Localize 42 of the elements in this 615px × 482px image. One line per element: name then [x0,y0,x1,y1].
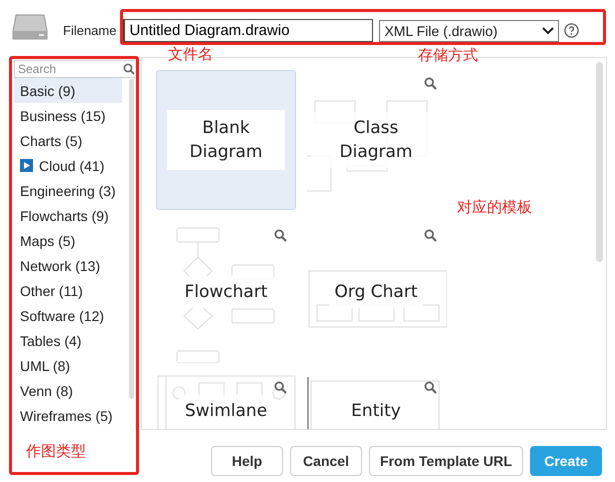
dialog-button[interactable]: Cancel [290,446,362,476]
magnifier-icon[interactable] [274,381,287,394]
category-item[interactable]: Flowcharts (9) [14,203,122,228]
category-item[interactable]: Basic (9) [14,78,122,103]
magnifier-icon[interactable] [424,229,437,242]
category-item[interactable]: UML (8) [14,353,122,378]
category-item[interactable]: Maps (5) [14,228,122,253]
category-item[interactable]: Software (12) [14,303,122,328]
annotation-label: 对应的模板 [457,198,532,217]
scrollbar[interactable] [129,79,134,399]
dialog-button[interactable]: From Template URL [369,446,523,476]
search-icon [123,63,135,75]
template-tile[interactable]: Org Chart [306,222,446,362]
annotation-label: 作图类型 [26,442,86,461]
category-item[interactable]: Venn (8) [14,378,122,403]
annotation-label: 存储方式 [418,46,478,65]
filename-field[interactable]: Untitled Diagram.drawio [123,18,374,42]
template-label: Blank Diagram [167,110,285,170]
scrollbar[interactable] [596,62,603,262]
search-field[interactable]: Search [14,60,135,78]
help-icon[interactable] [564,23,580,38]
template-tile[interactable]: Class Diagram [306,70,446,210]
magnifier-icon[interactable] [274,229,287,242]
annotation-label: 文件名 [168,45,213,64]
filename-label: Filename [63,23,116,38]
template-tile[interactable]: Blank Diagram [156,70,296,210]
magnifier-icon[interactable] [424,77,437,90]
category-item[interactable]: Cloud (41) [14,153,122,178]
format-dropdown[interactable]: XML File (.drawio) [379,20,560,42]
category-item[interactable]: Network (13) [14,253,122,278]
category-item[interactable]: Tables (4) [14,328,122,353]
category-item[interactable]: Business (15) [14,103,122,128]
category-item[interactable]: Charts (5) [14,128,122,153]
caret-icon [542,26,554,34]
category-item[interactable]: Engineering (3) [14,178,122,203]
category-item[interactable]: Other (11) [14,278,122,303]
dialog-button[interactable]: Help [211,446,284,476]
template-tile[interactable]: Flowchart [156,222,296,362]
magnifier-icon[interactable] [424,381,437,394]
drive-icon [12,12,48,42]
category-item[interactable]: Wireframes (5) [14,403,122,428]
template-tile[interactable]: Entity [306,374,446,429]
